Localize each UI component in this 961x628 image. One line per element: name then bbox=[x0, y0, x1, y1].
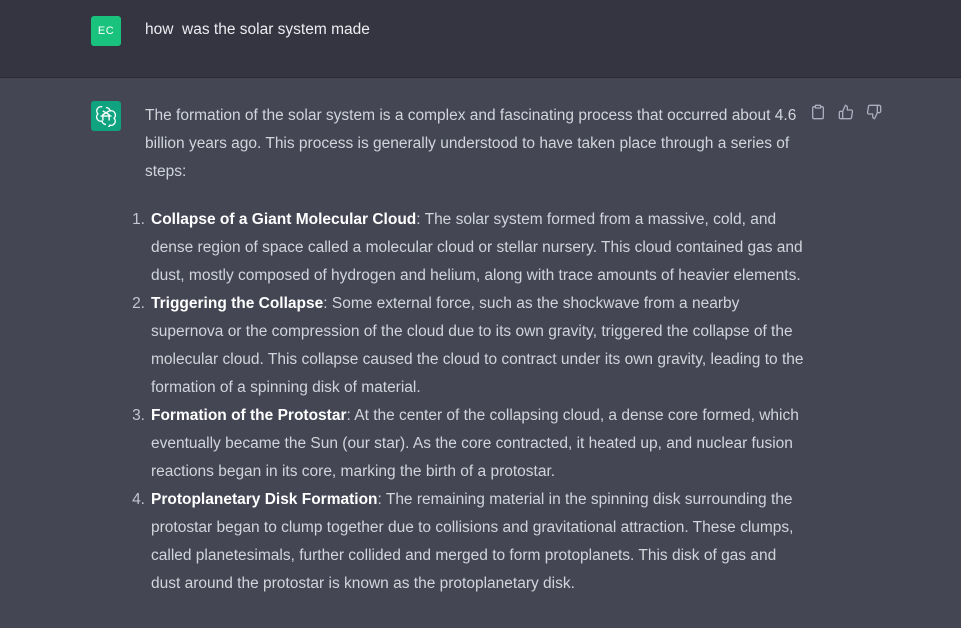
clipboard-icon bbox=[810, 104, 826, 125]
dislike-button[interactable] bbox=[864, 104, 884, 124]
list-item: 4. Protoplanetary Disk Formation: The rem… bbox=[132, 486, 805, 598]
assistant-message-row: The formation of the solar system is a c… bbox=[0, 78, 961, 628]
step-title: Triggering the Collapse bbox=[151, 295, 324, 312]
list-item: 3. Formation of the Protostar: At the cen… bbox=[132, 402, 805, 486]
list-item: 2. Triggering the Collapse: Some external… bbox=[132, 290, 805, 402]
step-title: Formation of the Protostar bbox=[151, 407, 347, 424]
steps-list: 1. Collapse of a Giant Molecular Cloud: T… bbox=[132, 206, 805, 598]
list-number: 3. bbox=[132, 407, 145, 424]
thumbs-down-icon bbox=[866, 104, 882, 125]
list-number: 2. bbox=[132, 295, 145, 312]
thumbs-up-icon bbox=[838, 104, 854, 125]
assistant-message-content: The formation of the solar system is a c… bbox=[132, 102, 805, 598]
list-number: 1. bbox=[132, 211, 145, 228]
list-item: 1. Collapse of a Giant Molecular Cloud: T… bbox=[132, 206, 805, 290]
user-message-text: how was the solar system made bbox=[145, 21, 370, 38]
list-number: 4. bbox=[132, 491, 145, 508]
chatgpt-logo-icon bbox=[91, 101, 121, 131]
like-button[interactable] bbox=[836, 104, 856, 124]
copy-button[interactable] bbox=[808, 104, 828, 124]
user-avatar: EC bbox=[91, 16, 121, 46]
step-title: Collapse of a Giant Molecular Cloud bbox=[151, 211, 417, 228]
message-actions bbox=[808, 104, 884, 124]
user-message-row: EC how was the solar system made bbox=[0, 0, 961, 78]
step-title: Protoplanetary Disk Formation bbox=[151, 491, 378, 508]
assistant-intro: The formation of the solar system is a c… bbox=[145, 107, 797, 180]
